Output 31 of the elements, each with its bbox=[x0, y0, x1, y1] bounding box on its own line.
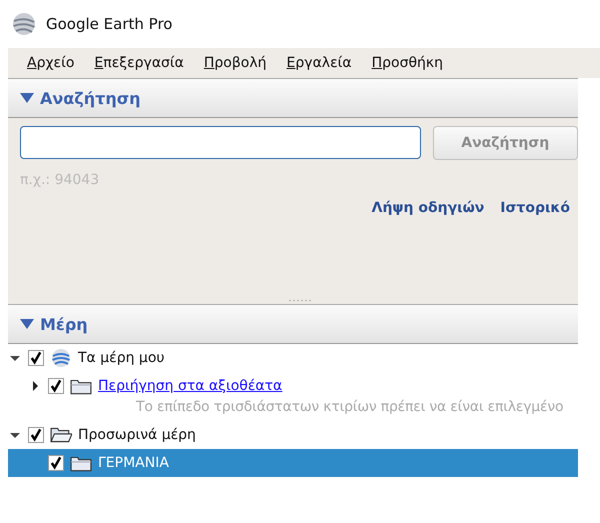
panel-header[interactable]: Αναζήτηση bbox=[8, 78, 578, 118]
expander-icon[interactable] bbox=[30, 381, 40, 391]
place-label[interactable]: Προσωρινά μέρη bbox=[78, 427, 196, 443]
window-title: Google Earth Pro bbox=[46, 15, 172, 33]
place-link[interactable]: Περιήγηση στα αξιοθέατα bbox=[98, 378, 282, 394]
menu-item[interactable]: Επεξεργασία bbox=[94, 55, 184, 71]
globe-icon bbox=[12, 12, 36, 36]
tree-row[interactable]: Τα μέρη μου bbox=[8, 344, 578, 372]
checkbox[interactable] bbox=[48, 378, 64, 394]
menu-item[interactable]: Εργαλεία bbox=[286, 55, 352, 71]
menu-item[interactable]: Αρχείο bbox=[27, 55, 74, 71]
search-field[interactable] bbox=[20, 126, 420, 159]
menu-item[interactable]: Προβολή bbox=[204, 55, 267, 71]
menu-item[interactable]: Προσθήκη bbox=[372, 55, 444, 71]
place-label[interactable]: ΓΕΡΜΑΝΙΑ bbox=[98, 455, 169, 471]
panel-header[interactable]: Μέρη bbox=[8, 304, 578, 344]
tree-row[interactable]: ΓΕΡΜΑΝΙΑ bbox=[8, 449, 578, 477]
panel-link[interactable]: Λήψη οδηγιών bbox=[372, 200, 484, 216]
expander-icon[interactable] bbox=[10, 430, 20, 440]
resize-grip-icon[interactable] bbox=[288, 299, 312, 302]
tree-row[interactable]: Περιήγηση στα αξιοθέατα Το επίπεδο τρισδιάστατων κτιρίων πρέπει να είναι επιλεγμένο bbox=[8, 372, 578, 421]
panel-link[interactable]: Ιστορικό bbox=[500, 200, 570, 216]
place-description: Το επίπεδο τρισδιάστατων κτιρίων πρέπει να είναι επιλεγμένο bbox=[135, 398, 564, 417]
checkbox[interactable] bbox=[28, 427, 44, 443]
checkbox[interactable] bbox=[28, 350, 44, 366]
globe-icon bbox=[50, 348, 72, 368]
expander-icon[interactable] bbox=[10, 353, 20, 363]
tree-row[interactable]: Προσωρινά μέρη bbox=[8, 421, 578, 449]
checkbox[interactable] bbox=[48, 455, 64, 471]
place-label[interactable]: Τα μέρη μου bbox=[78, 350, 164, 366]
open-folder-icon bbox=[50, 425, 72, 445]
